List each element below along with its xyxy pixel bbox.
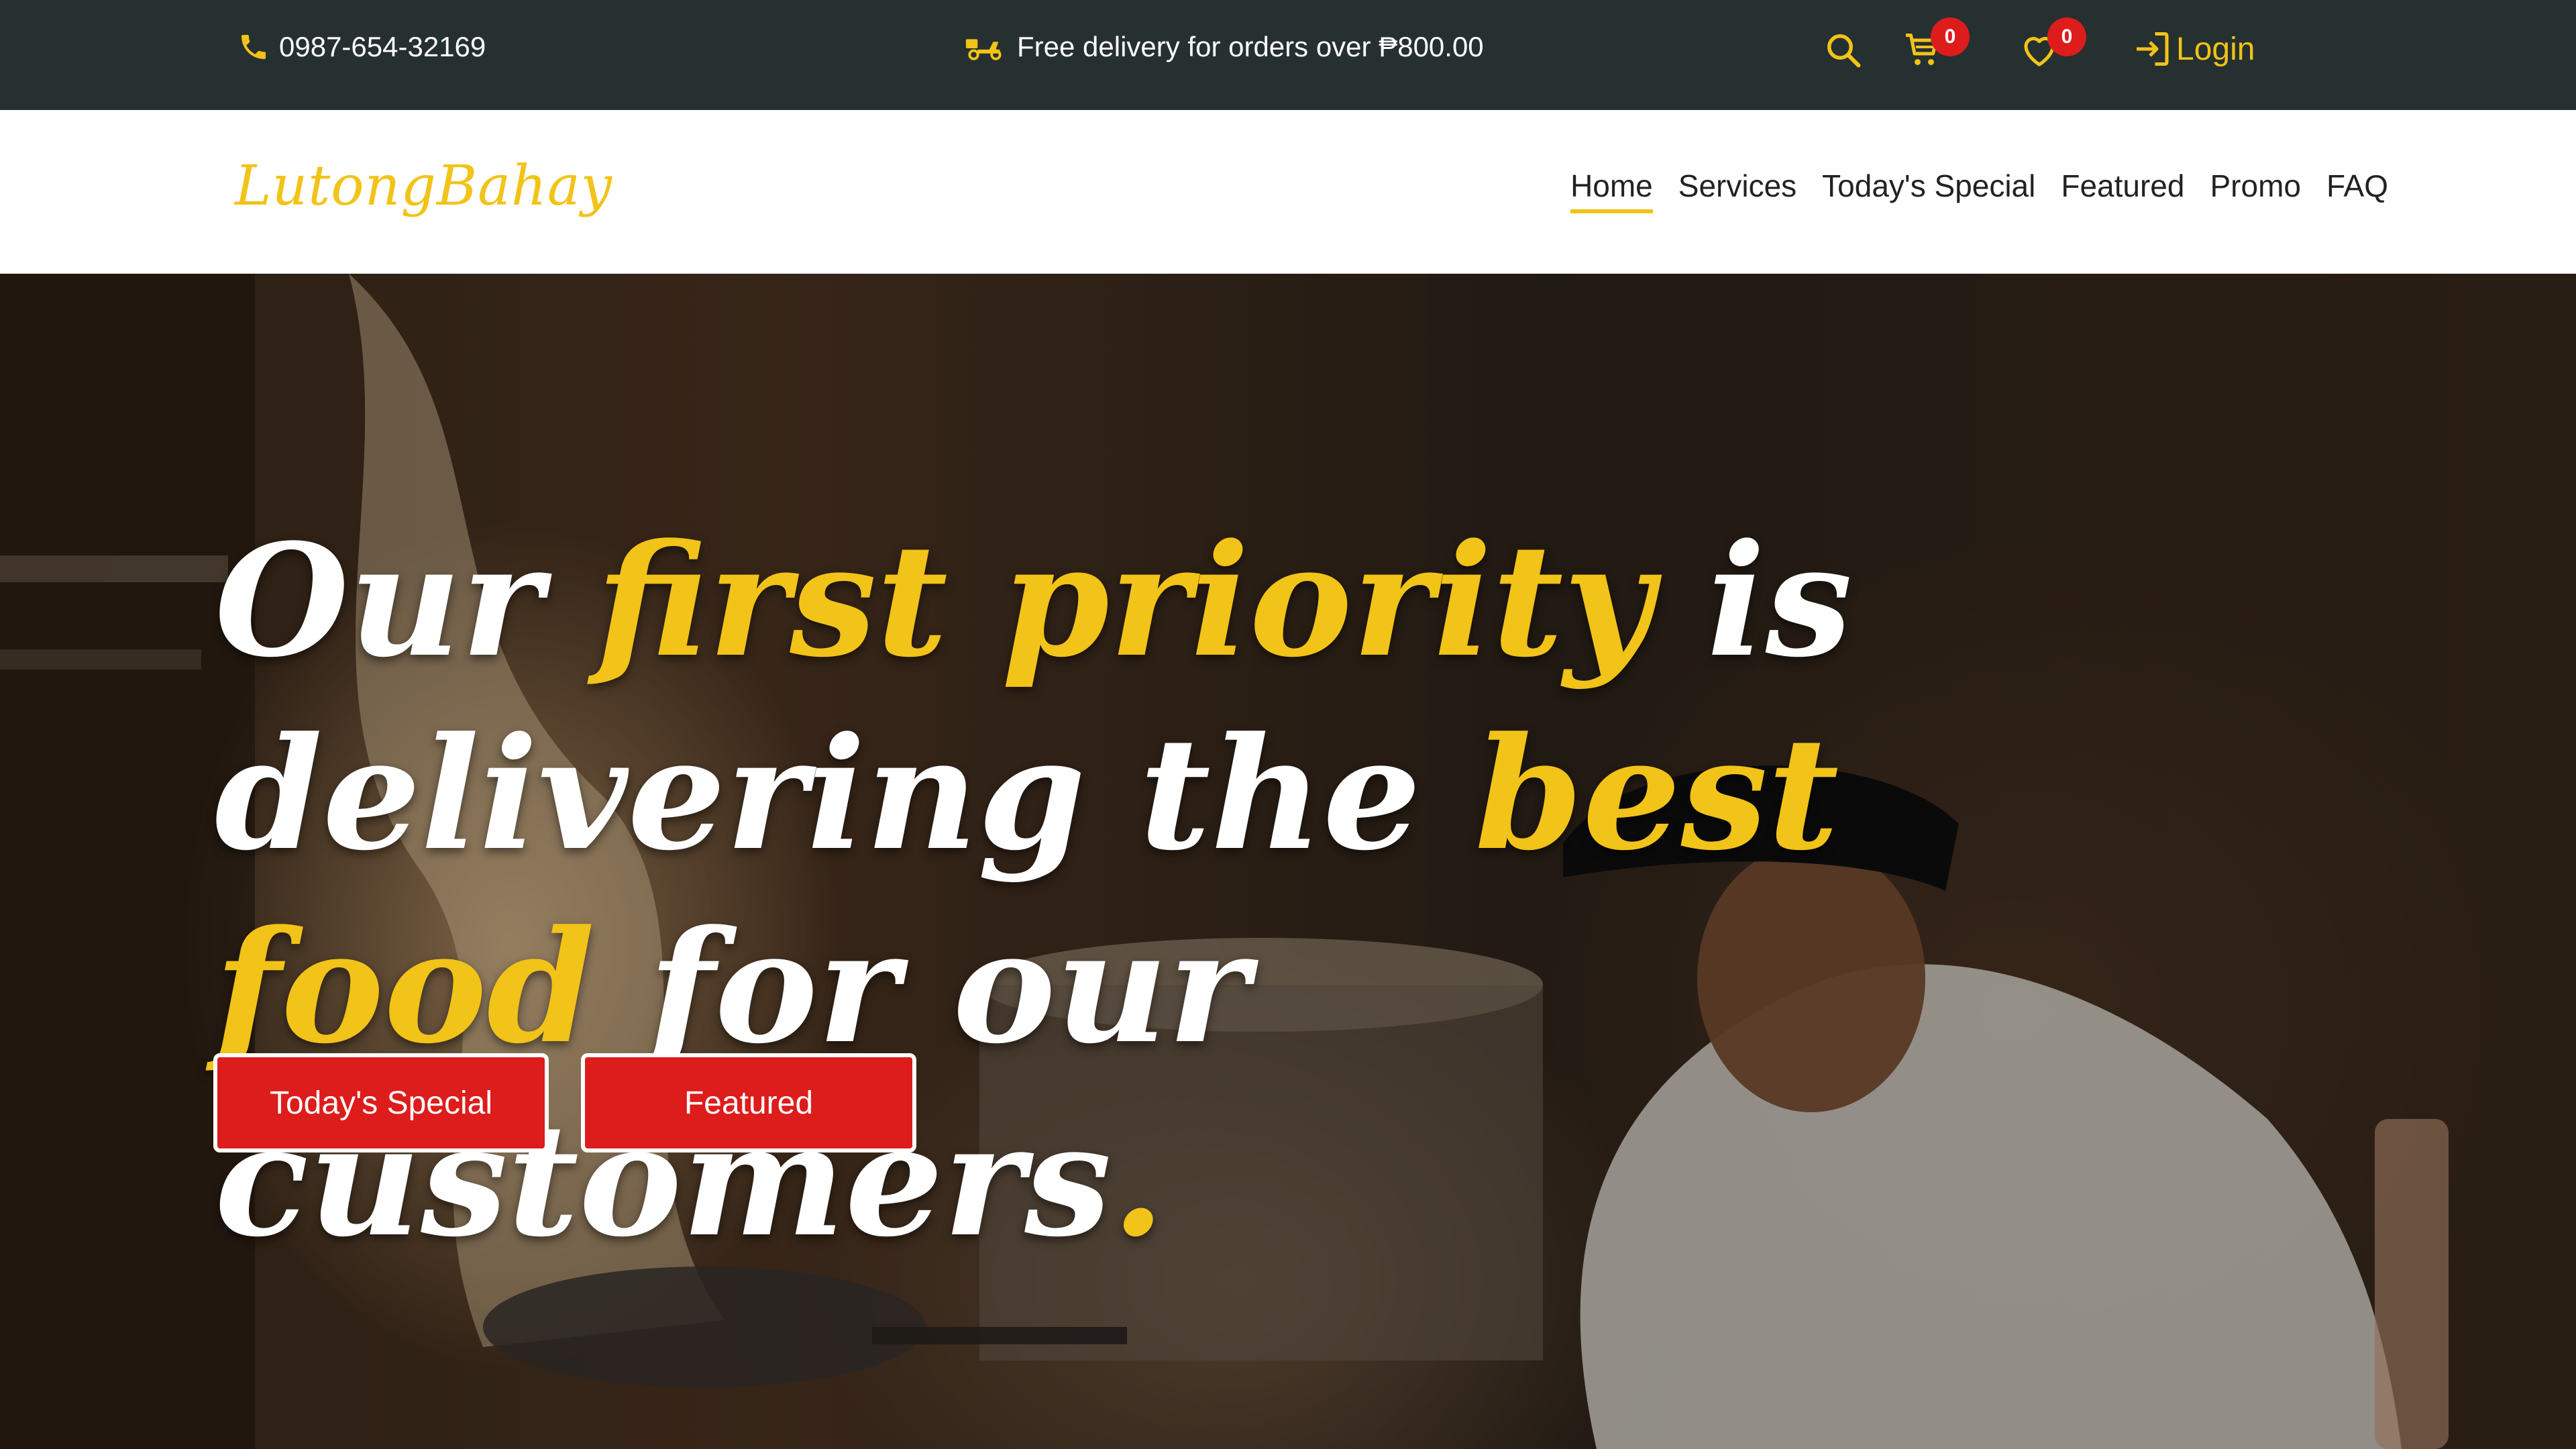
phone-contact[interactable]: 0987-654-32169: [237, 27, 486, 67]
wishlist-button[interactable]: 0: [2018, 17, 2086, 74]
nav-item-featured[interactable]: Featured: [2061, 168, 2184, 213]
search-button[interactable]: [1822, 27, 1865, 74]
phone-icon: [241, 35, 266, 59]
nav-item-faq[interactable]: FAQ: [2326, 168, 2388, 213]
phone-number: 0987-654-32169: [279, 31, 486, 62]
hero-section: Our first priority is delivering the bes…: [0, 274, 2576, 1449]
nav-item-promo[interactable]: Promo: [2210, 168, 2300, 213]
cart-count-badge: 0: [1931, 17, 1970, 56]
brand-logo[interactable]: LutongBahay: [235, 154, 612, 218]
featured-button[interactable]: Featured: [581, 1053, 916, 1152]
search-icon: [1827, 34, 1861, 68]
wishlist-count-badge: 0: [2047, 17, 2086, 56]
login-icon: [2137, 32, 2169, 66]
hero-headline: Our first priority is delivering the bes…: [215, 504, 2093, 1277]
cart-button[interactable]: 0: [1901, 17, 1970, 74]
headline-word: the: [1139, 704, 1421, 885]
login-link[interactable]: Login: [2133, 27, 2255, 71]
scooter-icon: [965, 39, 1002, 60]
nav-item-services[interactable]: Services: [1678, 168, 1796, 213]
headline-highlight: first priority: [596, 511, 1654, 692]
nav-item-home[interactable]: Home: [1570, 168, 1653, 213]
delivery-text: Free delivery for orders over ₱800.00: [1017, 31, 1484, 62]
nav-menu: Home Services Today's Special Featured P…: [1570, 168, 2388, 213]
delivery-notice: Free delivery for orders over ₱800.00: [963, 27, 1484, 67]
main-navbar: LutongBahay Home Services Today's Specia…: [0, 110, 2576, 274]
nav-item-todays-special[interactable]: Today's Special: [1822, 168, 2035, 213]
headline-period: .: [1111, 1090, 1165, 1272]
headline-word: Our: [215, 511, 543, 692]
headline-word: for our: [648, 897, 1250, 1079]
login-label: Login: [2176, 31, 2255, 67]
todays-special-button[interactable]: Today's Special: [213, 1053, 549, 1152]
top-bar: 0987-654-32169 Free delivery for orders …: [0, 0, 2576, 110]
